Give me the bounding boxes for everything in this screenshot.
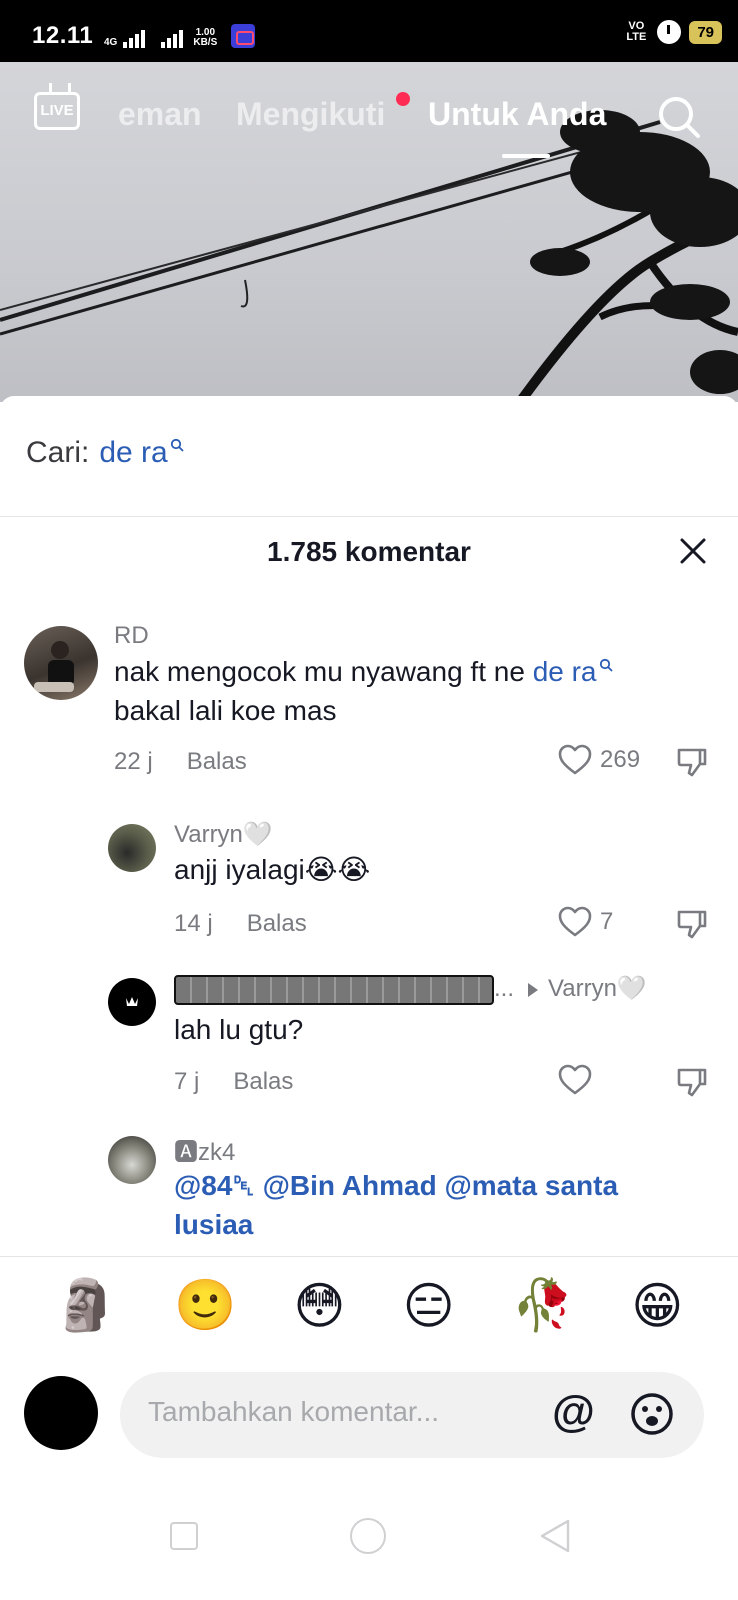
reply-button[interactable]: Balas (187, 748, 247, 776)
search-suggestion[interactable]: Cari: de ra (26, 436, 184, 470)
comment-composer: Tambahkan komentar... @ (24, 1372, 714, 1458)
comment-keyword-link[interactable]: de ra (533, 656, 597, 687)
comment-author[interactable]: RD (114, 622, 149, 650)
back-icon[interactable] (538, 1518, 572, 1554)
net-speed-unit: KB/S (193, 37, 218, 48)
search-prefix: Cari: (26, 436, 90, 469)
comments-sheet: Cari: de ra 1.785 komentar RD nak mengoc… (0, 396, 738, 1600)
comment-author[interactable]: Varryn🤍 (174, 820, 273, 849)
network-type: 4G (104, 37, 118, 48)
reply-button[interactable]: Balas (233, 1068, 293, 1096)
comment-text-part: nak mengocok mu nyawang ft ne (114, 656, 533, 687)
comment-time: 7 j (174, 1068, 200, 1095)
dislike-icon[interactable] (676, 908, 708, 940)
recent-apps-button[interactable] (170, 1522, 198, 1550)
divider (0, 516, 738, 517)
author-ellipsis: ... (494, 975, 515, 1002)
comment-text: anjj iyalagi😭😭 (174, 854, 371, 885)
emoji-flushed-button[interactable]: 😳 (293, 1277, 345, 1335)
comment-time: 14 j (174, 910, 213, 937)
comment-meta: 22 j Balas (114, 748, 247, 776)
avatar[interactable] (108, 1136, 156, 1184)
search-icon-small (170, 438, 184, 452)
comment-text: @84␡ @Bin Ahmad @mata santa lusiaa (174, 1166, 694, 1244)
emoji-wilted-rose-button[interactable]: 🥀 (512, 1276, 574, 1335)
home-button[interactable] (350, 1518, 386, 1554)
divider (0, 1256, 738, 1257)
signal-icon (123, 28, 146, 48)
masked-username[interactable] (174, 974, 494, 1005)
tab-teman[interactable]: eman (118, 96, 202, 133)
alarm-icon (657, 20, 682, 44)
emoji-expressionless-button[interactable]: 😑 (403, 1277, 455, 1335)
my-avatar[interactable] (24, 1376, 98, 1450)
system-nav-bar (0, 1490, 738, 1600)
like-count: 7 (600, 908, 614, 935)
emoji-smile-button[interactable]: 🙂 (174, 1276, 236, 1335)
avatar[interactable] (108, 978, 156, 1026)
comment-meta: 14 j Balas (174, 910, 307, 938)
avatar[interactable] (108, 824, 156, 872)
battery-icon: 79 (689, 20, 722, 44)
status-right: VO LTE 79 (623, 20, 722, 44)
notification-dot (396, 92, 410, 106)
like-button[interactable]: 269 (558, 744, 640, 776)
comment-text-part: bakal lali koe mas (114, 695, 337, 726)
like-button[interactable]: 7 (558, 906, 613, 938)
active-tab-indicator (502, 154, 550, 158)
emoji-icon[interactable] (630, 1392, 674, 1436)
emoji-quick-bar: 🗿 🙂 😳 😑 🥀 😁 (0, 1276, 738, 1335)
heart-icon (558, 906, 592, 937)
volte-indicator: VO LTE (626, 20, 647, 43)
search-keyword[interactable]: de ra (99, 436, 167, 470)
comment-time: 22 j (114, 748, 153, 775)
comment-input-placeholder: Tambahkan komentar... (148, 1396, 440, 1427)
crown-logo-icon (126, 997, 138, 1006)
tab-untuk-anda[interactable]: Untuk Anda (428, 96, 606, 133)
emoji-moai-button[interactable]: 🗿 (55, 1276, 117, 1335)
live-icon[interactable]: LIVE (34, 92, 80, 130)
tab-mengikuti[interactable]: Mengikuti (236, 96, 385, 133)
search-icon[interactable] (656, 94, 702, 140)
notification-app-icon (231, 24, 256, 48)
signal-icon-2 (161, 28, 184, 48)
mention-button[interactable]: @ (552, 1388, 595, 1436)
dislike-icon[interactable] (676, 1066, 708, 1098)
close-icon[interactable] (676, 534, 710, 568)
like-count: 269 (600, 746, 641, 773)
net-speed: 1.00 KB/S (193, 28, 217, 48)
reply-author-row: ... Varryn🤍 (174, 974, 647, 1005)
avatar[interactable] (24, 626, 98, 700)
comment-text: nak mengocok mu nyawang ft ne de ra baka… (114, 652, 704, 730)
search-icon-small (599, 658, 613, 672)
comment-input[interactable]: Tambahkan komentar... @ (120, 1372, 704, 1458)
reply-arrow-icon (528, 982, 539, 997)
comment-meta: 7 j Balas (174, 1068, 293, 1096)
dislike-icon[interactable] (676, 746, 708, 778)
heart-icon (558, 1064, 592, 1095)
signal-indicators: 4G 1.00 KB/S (100, 24, 256, 48)
reply-button[interactable]: Balas (247, 910, 307, 938)
avatar-photo (34, 641, 74, 692)
top-navigation: LIVE eman Mengikuti Untuk Anda (0, 62, 738, 162)
comment-text: lah lu gtu? (174, 1014, 304, 1045)
status-bar: 12.11 4G 1.00 KB/S VO LTE 79 (0, 0, 738, 62)
reply-to-user[interactable]: Varryn🤍 (548, 975, 647, 1002)
comment-count-title: 1.785 komentar (267, 536, 471, 567)
status-time: 12.11 (32, 22, 94, 49)
heart-icon (558, 744, 592, 775)
mentions-link[interactable]: @84␡ @Bin Ahmad @mata santa (174, 1170, 618, 1201)
emoji-grin-button[interactable]: 😁 (631, 1277, 683, 1335)
comment-author[interactable]: 🅰zk4 (174, 1132, 235, 1167)
mentions-link[interactable]: lusiaa (174, 1209, 253, 1240)
like-button[interactable] (558, 1064, 592, 1096)
